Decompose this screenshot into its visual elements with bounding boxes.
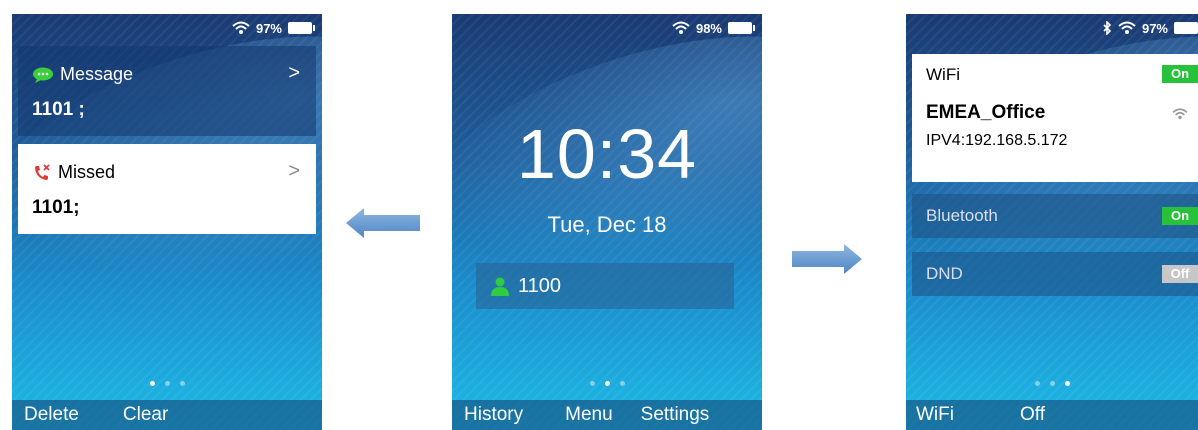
quick-settings-screen: 97% WiFi On EMEA_Office IPV4:192.168.5.1… [906,14,1198,430]
page-dot-3 [1064,381,1070,386]
wifi-network-name: EMEA_Office [926,102,1046,123]
softkey-settings[interactable]: Settings [641,404,710,426]
missed-call-notification[interactable]: Missed 1101; > [18,144,316,234]
missed-label: Missed [58,162,116,182]
softkey-menu[interactable]: Menu [565,404,613,426]
softkey-bar: WiFi Off [906,400,1198,430]
message-number: 1101 ; [32,99,85,120]
page-dot-2 [1049,381,1055,386]
dnd-row[interactable]: DND Off [912,252,1198,296]
battery-percent: 98% [695,20,722,36]
notifications-screen: 97% Message 1101 ; > Missed 1101; > Dele… [12,14,322,430]
status-bar: 98% [672,18,755,38]
wifi-signal-icon [1172,108,1188,120]
status-bar: 97% [1102,18,1198,38]
softkey-off[interactable]: Off [1020,404,1045,426]
dnd-label: DND [926,264,963,283]
battery-percent: 97% [1141,20,1168,36]
softkey-bar: History Menu Settings [452,400,762,430]
wifi-label: WiFi [926,65,960,84]
wifi-panel[interactable]: WiFi On EMEA_Office IPV4:192.168.5.172 [912,54,1198,182]
wifi-icon [1118,21,1136,34]
message-label: Message [60,64,134,84]
wallpaper-swoosh [452,14,762,388]
bluetooth-row[interactable]: Bluetooth On [912,194,1198,238]
battery-icon [1174,22,1198,34]
battery-icon [288,22,315,34]
softkey-history[interactable]: History [464,404,523,426]
person-icon [491,277,509,296]
clock-time: 10:34 [516,115,698,193]
chevron-right-icon: > [288,62,300,84]
wifi-ip-address: IPV4:192.168.5.172 [926,132,1068,149]
dnd-toggle[interactable]: Off [1162,265,1198,283]
battery-percent: 97% [255,20,282,36]
page-dot-1 [149,381,155,386]
battery-icon [728,22,755,34]
missed-call-icon [35,163,50,180]
chat-bubble-icon [33,67,53,83]
page-dot-1 [589,381,595,386]
softkey-bar: Delete Clear [12,400,322,430]
chevron-right-icon: > [288,160,300,182]
page-dot-2 [604,381,610,386]
bluetooth-icon [1103,21,1112,35]
bluetooth-toggle[interactable]: On [1162,207,1198,225]
message-title: Message [32,64,133,85]
page-dot-3 [619,381,625,386]
page-indicator [906,381,1198,386]
page-dot-2 [164,381,170,386]
wifi-icon [672,21,690,34]
idle-screen: 98% 10:34 Tue, Dec 18 1100 History Menu … [452,14,762,430]
wifi-icon [232,21,250,34]
page-indicator [452,381,762,386]
account-extension[interactable]: 1100 [476,263,734,309]
softkey-clear[interactable]: Clear [123,404,168,426]
softkey-wifi[interactable]: WiFi [916,404,954,426]
wifi-toggle[interactable]: On [1162,65,1198,83]
missed-title: Missed [32,162,115,183]
arrow-right-icon [792,244,862,274]
bluetooth-label: Bluetooth [926,206,998,225]
missed-number: 1101; [32,197,80,218]
arrow-left-icon [346,208,420,238]
page-dot-1 [1034,381,1040,386]
message-notification[interactable]: Message 1101 ; > [18,46,316,136]
clock-date: Tue, Dec 18 [547,212,667,237]
page-dot-3 [179,381,185,386]
extension-number: 1100 [518,274,562,297]
softkey-delete[interactable]: Delete [24,404,79,426]
page-indicator [12,381,322,386]
status-bar: 97% [232,18,315,38]
